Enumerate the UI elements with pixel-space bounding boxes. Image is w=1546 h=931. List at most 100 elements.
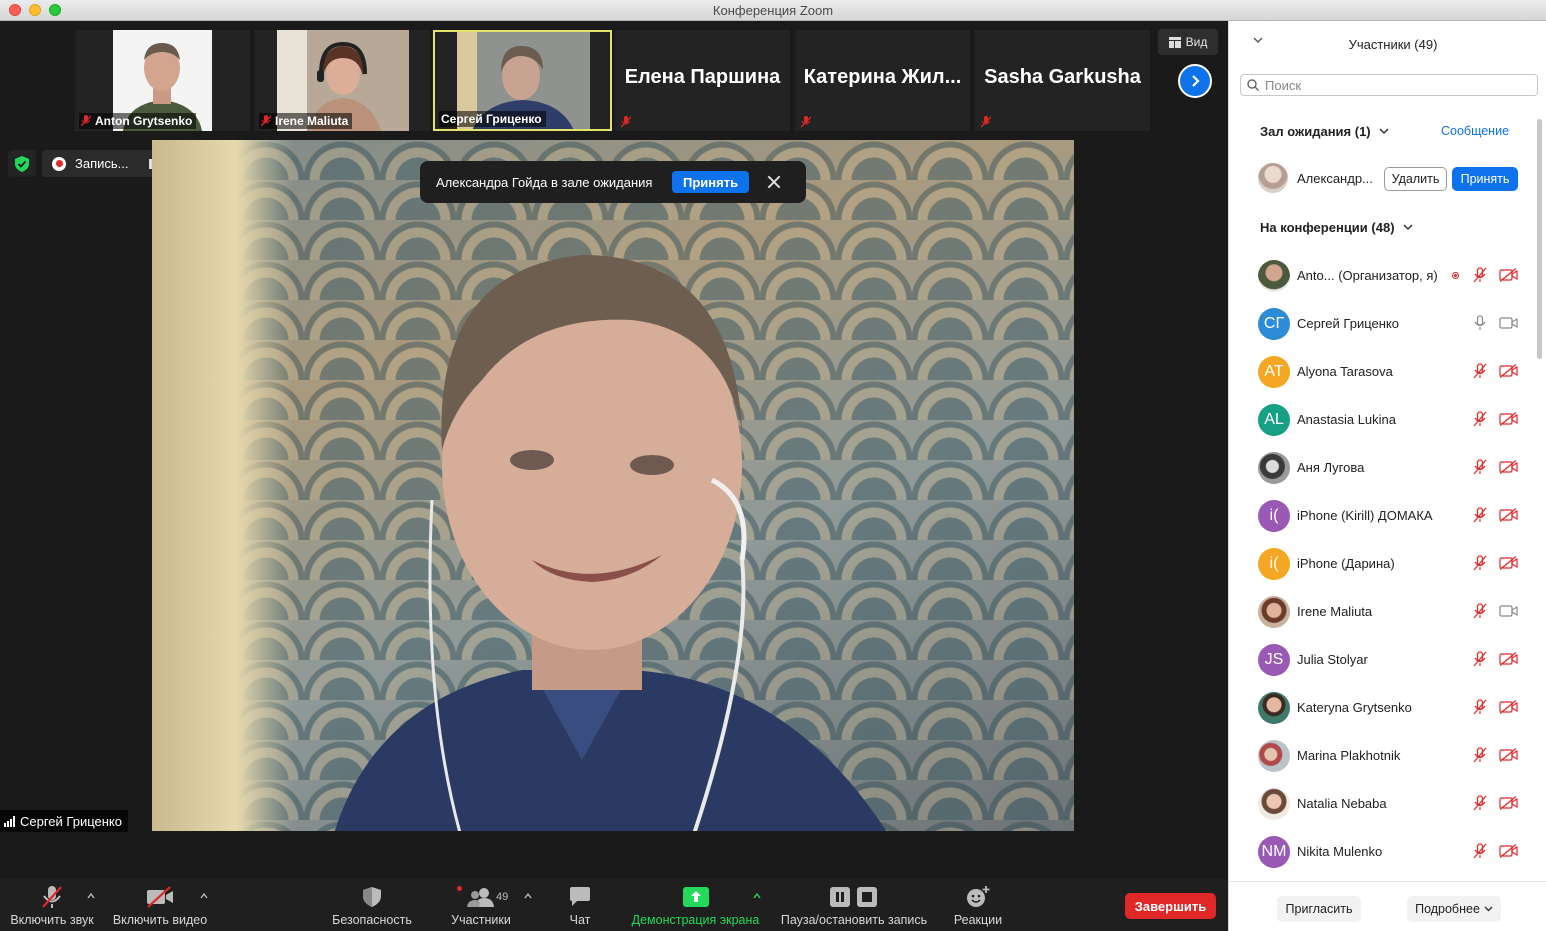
waiting-room-header[interactable]: Зал ожидания (1): [1260, 124, 1389, 139]
remove-button[interactable]: Удалить: [1384, 167, 1447, 191]
avatar: NM: [1258, 836, 1290, 868]
avatar: i(: [1258, 548, 1290, 580]
avatar: [1258, 452, 1290, 484]
pause-stop-recording-button[interactable]: Пауза/остановить запись: [778, 879, 930, 931]
chevron-down-icon: [1403, 224, 1413, 231]
participant-row[interactable]: JS Julia Stolyar: [1229, 635, 1546, 683]
thumbnail-name: Anton Grytsenko: [95, 114, 193, 128]
participant-row[interactable]: СГ Сергей Гриценко: [1229, 299, 1546, 347]
participant-row[interactable]: Аня Лугова: [1229, 443, 1546, 491]
more-button[interactable]: Подробнее: [1407, 896, 1501, 922]
avatar: [1258, 740, 1290, 772]
mic-muted-icon: [42, 886, 62, 908]
participants-button[interactable]: Участники: [446, 879, 516, 931]
participants-panel: Участники (49) Зал ожидания (1) Сообщени…: [1228, 21, 1546, 931]
avatar: i(: [1258, 500, 1290, 532]
mic-muted-icon: [81, 115, 91, 127]
participant-row[interactable]: Anto... (Организатор, я): [1229, 251, 1546, 299]
pause-record-label: Пауза/остановить запись: [780, 913, 928, 927]
thumbnail-sasha-garkusha[interactable]: Sasha Garkusha: [975, 30, 1150, 131]
message-waiting-room-link[interactable]: Сообщение: [1441, 124, 1509, 138]
panel-title: Участники (49): [1348, 37, 1438, 52]
mic-muted-icon: [981, 116, 991, 128]
thumbnail-elena-parshina[interactable]: Елена Паршина: [615, 30, 790, 131]
recording-icon: [1452, 272, 1459, 279]
start-video-button[interactable]: Включить видео: [112, 879, 208, 931]
next-page-button[interactable]: [1178, 64, 1212, 98]
grid-view-icon: [1168, 36, 1181, 48]
mic-icon: [1473, 315, 1487, 336]
reactions-button[interactable]: Реакции: [950, 879, 1006, 931]
camera-off-icon: [1499, 507, 1518, 527]
participant-row[interactable]: AT Alyona Tarasova: [1229, 347, 1546, 395]
thumbnail-name: Сергей Гриценко: [441, 112, 542, 126]
avatar: [1258, 596, 1290, 628]
participant-row[interactable]: Natalia Nebaba: [1229, 779, 1546, 827]
signal-bars-icon: [4, 815, 15, 827]
chevron-up-icon[interactable]: [524, 892, 532, 900]
avatar: AT: [1258, 356, 1290, 388]
admit-button[interactable]: Принять: [1452, 167, 1518, 191]
participant-name: Nikita Mulenko: [1297, 844, 1383, 859]
encryption-shield[interactable]: [8, 150, 36, 177]
participant-row[interactable]: AL Anastasia Lukina: [1229, 395, 1546, 443]
participant-search[interactable]: [1240, 74, 1538, 96]
mic-muted-icon: [1473, 747, 1487, 768]
notification-admit-button[interactable]: Принять: [672, 171, 750, 193]
participant-name: Marina Plakhotnik: [1297, 748, 1401, 763]
participant-name: Julia Stolyar: [1297, 652, 1368, 667]
in-meeting-header[interactable]: На конференции (48): [1260, 220, 1413, 235]
avatar: AL: [1258, 404, 1290, 436]
thumbnail-caption: Anton Grytsenko: [79, 113, 197, 129]
participant-row[interactable]: Marina Plakhotnik: [1229, 731, 1546, 779]
participant-row[interactable]: NM Nikita Mulenko: [1229, 827, 1546, 875]
chevron-up-icon[interactable]: [200, 892, 208, 900]
close-icon[interactable]: [767, 175, 781, 189]
avatar: СГ: [1258, 308, 1290, 340]
avatar: [1258, 788, 1290, 820]
scrollbar[interactable]: [1537, 119, 1542, 359]
zoom-window: Конференция Zoom Anton Grytsenko Irene M…: [0, 0, 1546, 931]
thumbnail-katerina[interactable]: Катерина Жил...: [795, 30, 970, 131]
chevron-up-icon[interactable]: [87, 892, 95, 900]
mic-muted-icon: [1473, 363, 1487, 384]
waiting-room-notification: Александра Гойда в зале ожидания Принять: [420, 161, 806, 203]
mic-muted-icon: [621, 116, 631, 128]
thumbnail-irene-maliuta[interactable]: Irene Maliuta: [255, 30, 430, 131]
invite-button[interactable]: Пригласить: [1277, 896, 1361, 922]
title-bar: Конференция Zoom: [0, 0, 1546, 21]
thumbnail-anton-grytsenko[interactable]: Anton Grytsenko: [75, 30, 250, 131]
participant-name: Сергей Гриценко: [1297, 316, 1399, 331]
thumbnail-name: Irene Maliuta: [275, 114, 349, 128]
pause-stop-icon: [830, 887, 877, 907]
chevron-up-icon[interactable]: [753, 892, 761, 900]
thumbnail-caption: Сергей Гриценко: [439, 111, 546, 127]
camera-off-icon: [1499, 699, 1518, 719]
waiting-room-notification-text: Александра Гойда в зале ожидания: [436, 174, 653, 190]
participant-row[interactable]: i(iPhone (Дарина): [1229, 539, 1546, 587]
camera-off-icon: [1499, 747, 1518, 767]
thumbnail-sergey-gritsenko[interactable]: Сергей Гриценко: [433, 30, 612, 131]
mic-muted-icon: [261, 115, 271, 127]
chat-button[interactable]: Чат: [560, 879, 600, 931]
share-screen-icon: [682, 887, 709, 907]
end-meeting-button[interactable]: Завершить: [1125, 893, 1216, 919]
participant-row[interactable]: i(iPhone (Kirill) ДОМАКА: [1229, 491, 1546, 539]
view-button-label: Вид: [1185, 35, 1208, 49]
participant-row[interactable]: Irene Maliuta: [1229, 587, 1546, 635]
speaker-figure: [334, 255, 887, 831]
search-input[interactable]: [1265, 77, 1525, 93]
participant-list[interactable]: Зал ожидания (1) Сообщение Александр... …: [1229, 109, 1546, 881]
waiting-participant-name: Александр...: [1297, 171, 1373, 186]
participant-name: Alyona Tarasova: [1297, 364, 1393, 379]
participant-row[interactable]: Kateryna Grytsenko: [1229, 683, 1546, 731]
participants-label: Участники: [451, 913, 511, 927]
security-button[interactable]: Безопасность: [331, 879, 413, 931]
camera-icon: [1499, 604, 1518, 623]
unmute-button[interactable]: Включить звук: [8, 879, 96, 931]
view-button[interactable]: Вид: [1158, 29, 1218, 55]
share-screen-button[interactable]: Демонстрация экрана: [628, 879, 763, 931]
thumbnail-strip: Anton Grytsenko Irene Maliuta Сергей Гри…: [0, 21, 1228, 138]
emoji-add-icon: [967, 886, 990, 907]
camera-off-icon: [1499, 363, 1518, 383]
